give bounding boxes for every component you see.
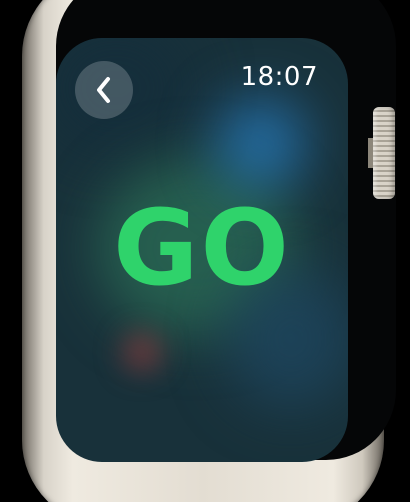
chevron-left-icon	[97, 77, 110, 103]
go-status-label: GO	[113, 187, 291, 309]
watch-screen: 18:07 GO	[56, 38, 348, 462]
back-button[interactable]	[75, 61, 133, 119]
clock-time: 18:07	[240, 62, 318, 92]
background-glow-red	[122, 332, 162, 372]
digital-crown[interactable]	[373, 107, 395, 199]
background-glow-blue	[216, 98, 306, 188]
watch-device: 18:07 GO	[0, 0, 410, 502]
